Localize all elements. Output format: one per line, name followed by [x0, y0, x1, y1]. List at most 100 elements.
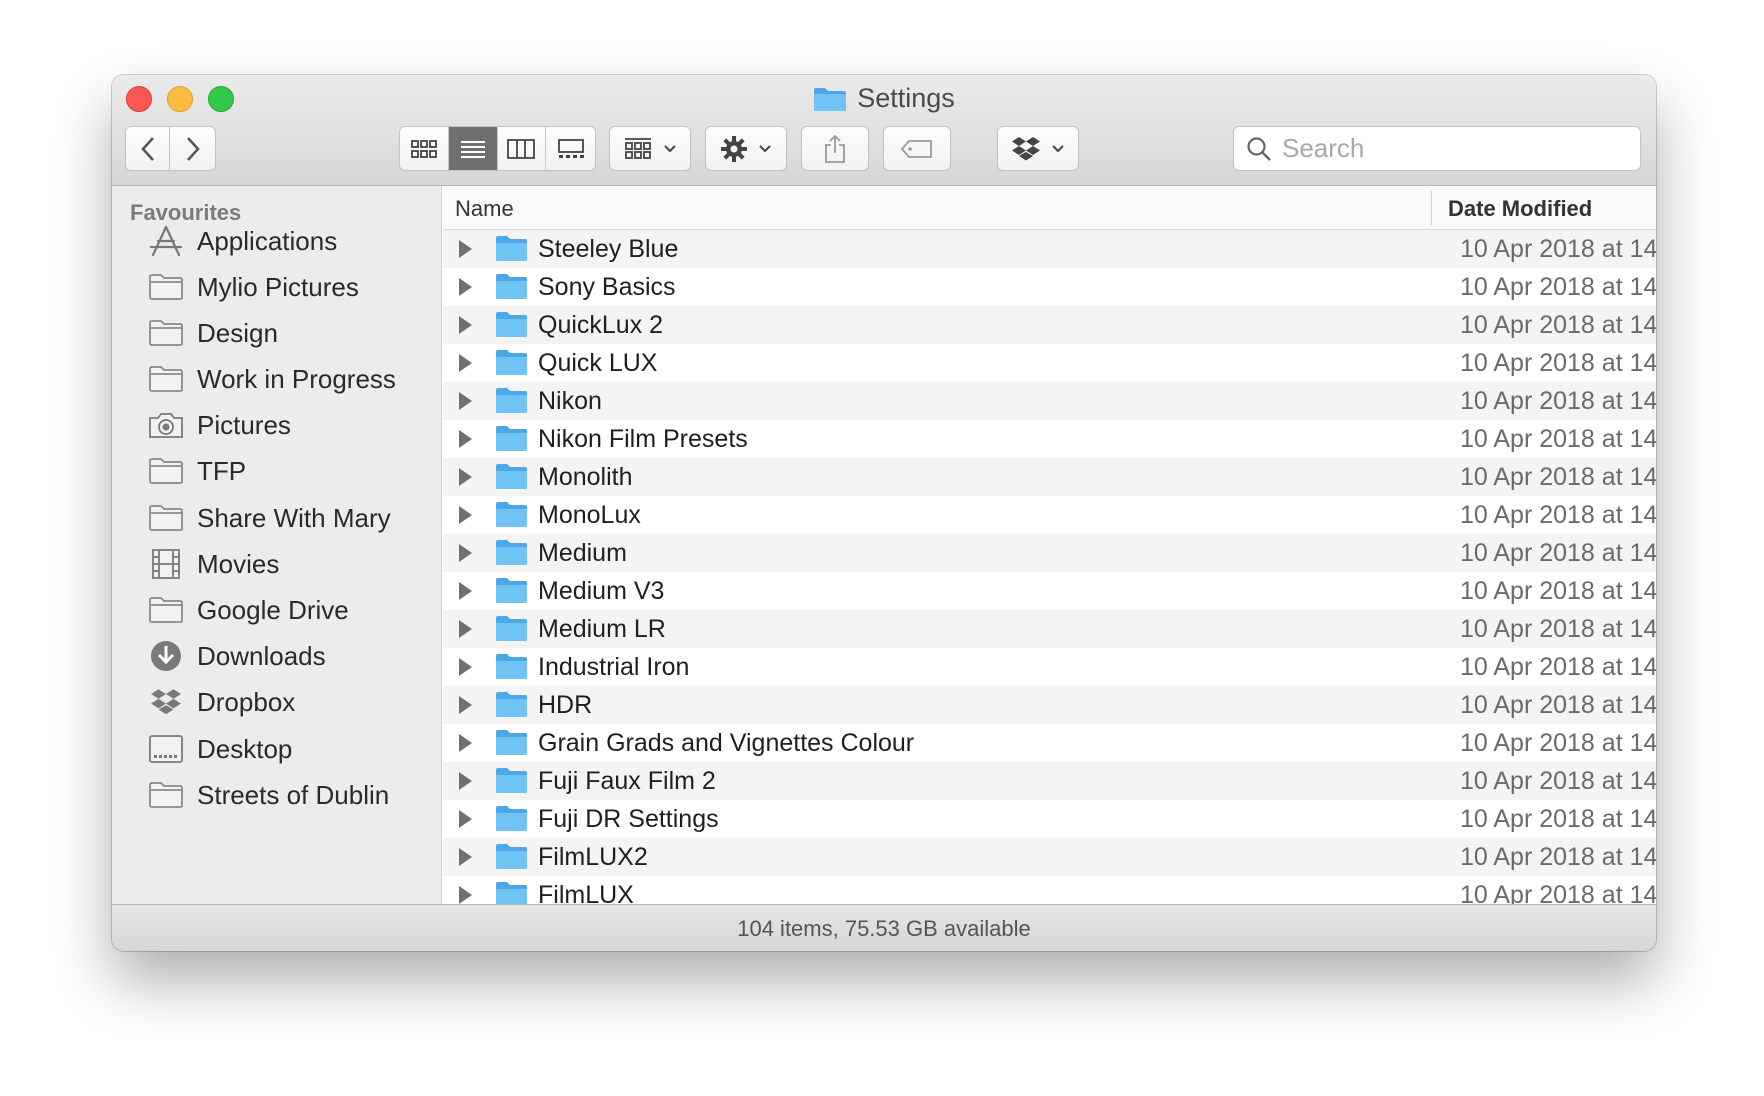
column-header-name[interactable]: Name: [455, 196, 514, 222]
disclosure-triangle-icon[interactable]: [459, 278, 472, 296]
disclosure-triangle-icon[interactable]: [459, 468, 472, 486]
disclosure-triangle-icon[interactable]: [459, 772, 472, 790]
file-date-modified: 10 Apr 2018 at 14: [1460, 691, 1656, 719]
share-button[interactable]: [801, 126, 869, 171]
sidebar-item-design[interactable]: Design: [112, 311, 441, 355]
disclosure-triangle-icon[interactable]: [459, 506, 472, 524]
table-row[interactable]: Sony Basics 10 Apr 2018 at 14: [443, 268, 1656, 306]
disclosure-triangle-icon[interactable]: [459, 354, 472, 372]
table-row[interactable]: Monolith 10 Apr 2018 at 14: [443, 458, 1656, 496]
file-date-modified: 10 Apr 2018 at 14: [1460, 881, 1656, 904]
file-name: Medium: [538, 539, 627, 567]
file-date-modified: 10 Apr 2018 at 14: [1460, 349, 1656, 377]
disclosure-triangle-icon[interactable]: [459, 620, 472, 638]
disclosure-triangle-icon[interactable]: [459, 696, 472, 714]
search-input[interactable]: [1282, 133, 1622, 164]
file-name: Sony Basics: [538, 273, 676, 301]
sidebar-item-mylio-pictures[interactable]: Mylio Pictures: [112, 265, 441, 309]
disclosure-triangle-icon[interactable]: [459, 430, 472, 448]
tag-icon: [900, 139, 932, 158]
sidebar-item-label: Pictures: [197, 409, 291, 440]
disclosure-triangle-icon[interactable]: [459, 848, 472, 866]
sidebar-item-google-drive[interactable]: Google Drive: [112, 588, 441, 632]
file-date-modified: 10 Apr 2018 at 14: [1460, 463, 1656, 491]
file-name: FilmLUX2: [538, 843, 648, 871]
folder-icon: [496, 502, 527, 527]
sidebar-item-dropbox[interactable]: Dropbox: [112, 680, 441, 724]
table-row[interactable]: Medium V3 10 Apr 2018 at 14: [443, 572, 1656, 610]
disclosure-triangle-icon[interactable]: [459, 544, 472, 562]
column-header-date-modified[interactable]: Date Modified: [1448, 196, 1592, 222]
dropbox-icon: [1012, 136, 1040, 160]
disclosure-triangle-icon[interactable]: [459, 734, 472, 752]
table-row[interactable]: Industrial Iron 10 Apr 2018 at 14: [443, 648, 1656, 686]
table-row[interactable]: FilmLUX2 10 Apr 2018 at 14: [443, 838, 1656, 876]
disclosure-triangle-icon[interactable]: [459, 316, 472, 334]
table-row[interactable]: Nikon Film Presets 10 Apr 2018 at 14: [443, 420, 1656, 458]
file-name: Quick LUX: [538, 349, 658, 377]
folder-icon: [496, 730, 527, 755]
disclosure-triangle-icon[interactable]: [459, 240, 472, 258]
folder-icon: [147, 271, 185, 303]
disclosure-triangle-icon[interactable]: [459, 886, 472, 904]
file-date-modified: 10 Apr 2018 at 14: [1460, 653, 1656, 681]
table-row[interactable]: Medium 10 Apr 2018 at 14: [443, 534, 1656, 572]
back-button[interactable]: [125, 126, 170, 171]
sidebar-item-applications[interactable]: Applications: [112, 219, 441, 263]
table-row[interactable]: Nikon 10 Apr 2018 at 14: [443, 382, 1656, 420]
sidebar-item-label: Desktop: [197, 733, 293, 764]
folder-icon: [496, 882, 527, 904]
table-row[interactable]: Grain Grads and Vignettes Colour 10 Apr 2…: [443, 724, 1656, 762]
action-menu-button[interactable]: [705, 126, 787, 171]
table-row[interactable]: Fuji DR Settings 10 Apr 2018 at 14: [443, 800, 1656, 838]
sidebar-item-pictures[interactable]: Pictures: [112, 403, 441, 447]
tag-button[interactable]: [883, 126, 951, 171]
file-date-modified: 10 Apr 2018 at 14: [1460, 501, 1656, 529]
sidebar-item-tfp[interactable]: TFP: [112, 449, 441, 493]
folder-icon: [496, 312, 527, 337]
search-field[interactable]: [1233, 126, 1641, 171]
disclosure-triangle-icon[interactable]: [459, 582, 472, 600]
forward-button[interactable]: [169, 126, 216, 171]
table-row[interactable]: Fuji Faux Film 2 10 Apr 2018 at 14: [443, 762, 1656, 800]
gallery-view-button[interactable]: [546, 127, 595, 170]
file-date-modified: 10 Apr 2018 at 14: [1460, 767, 1656, 795]
file-name: Fuji DR Settings: [538, 805, 719, 833]
table-row[interactable]: FilmLUX 10 Apr 2018 at 14: [443, 876, 1656, 904]
table-row[interactable]: Quick LUX 10 Apr 2018 at 14: [443, 344, 1656, 382]
table-row[interactable]: Medium LR 10 Apr 2018 at 14: [443, 610, 1656, 648]
disclosure-triangle-icon[interactable]: [459, 658, 472, 676]
sidebar-item-label: Share With Mary: [197, 502, 391, 533]
table-row[interactable]: MonoLux 10 Apr 2018 at 14: [443, 496, 1656, 534]
sidebar-item-label: Google Drive: [197, 594, 349, 625]
table-row[interactable]: QuickLux 2 10 Apr 2018 at 14: [443, 306, 1656, 344]
file-name: QuickLux 2: [538, 311, 664, 339]
sidebar-item-downloads[interactable]: Downloads: [112, 634, 441, 678]
file-name: Nikon Film Presets: [538, 425, 748, 453]
folder-icon: [147, 455, 185, 487]
list-view-button[interactable]: [448, 127, 498, 170]
sidebar: Favourites Applications Mylio Pictures D…: [112, 186, 442, 904]
sidebar-item-desktop[interactable]: Desktop: [112, 727, 441, 771]
sidebar-item-share-with-mary[interactable]: Share With Mary: [112, 496, 441, 540]
folder-icon: [496, 350, 527, 375]
file-name: Medium V3: [538, 577, 665, 605]
sidebar-item-label: Downloads: [197, 640, 326, 671]
column-view-button[interactable]: [498, 127, 547, 170]
group-by-button[interactable]: [609, 126, 691, 171]
sidebar-item-movies[interactable]: Movies: [112, 542, 441, 586]
table-row[interactable]: Steeley Blue 10 Apr 2018 at 14: [443, 230, 1656, 268]
file-date-modified: 10 Apr 2018 at 14: [1460, 729, 1656, 757]
title-bar: Settings: [112, 75, 1656, 186]
sidebar-item-label: Streets of Dublin: [197, 779, 390, 810]
dropbox-button[interactable]: [997, 126, 1079, 171]
file-name: Nikon: [538, 387, 602, 415]
disclosure-triangle-icon[interactable]: [459, 810, 472, 828]
sidebar-item-streets-of-dublin[interactable]: Streets of Dublin: [112, 773, 441, 817]
table-row[interactable]: HDR 10 Apr 2018 at 14: [443, 686, 1656, 724]
column-divider[interactable]: [1431, 191, 1432, 225]
file-date-modified: 10 Apr 2018 at 14: [1460, 387, 1656, 415]
icon-view-button[interactable]: [400, 127, 449, 170]
sidebar-item-work-in-progress[interactable]: Work in Progress: [112, 357, 441, 401]
disclosure-triangle-icon[interactable]: [459, 392, 472, 410]
